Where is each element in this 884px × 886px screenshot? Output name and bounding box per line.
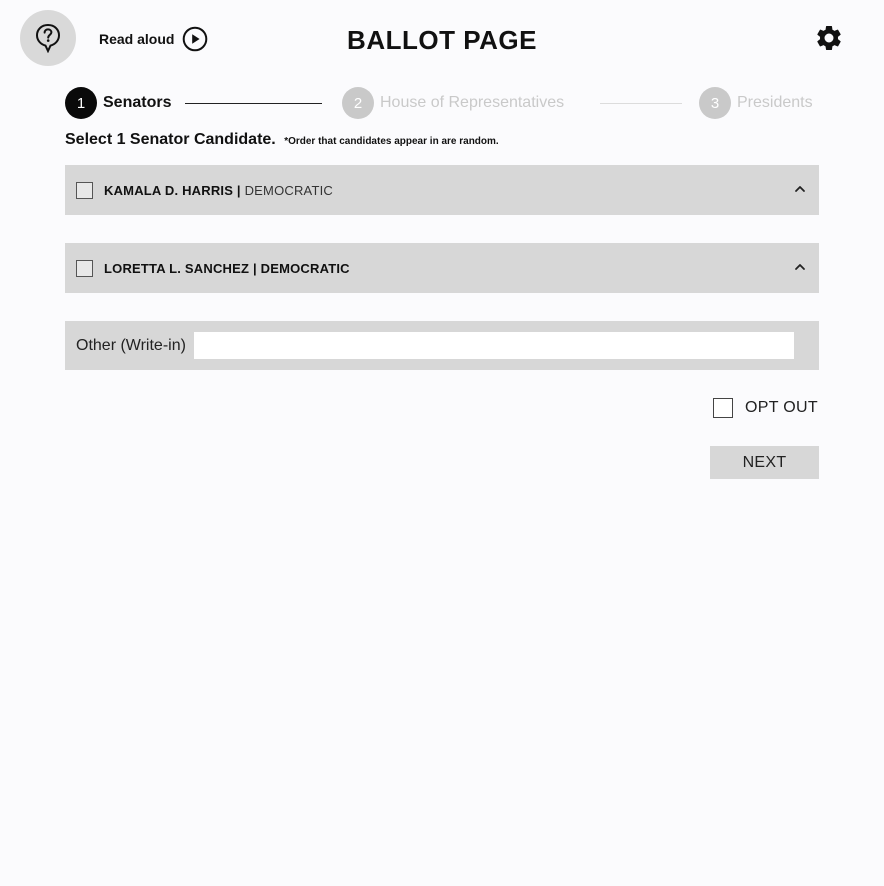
candidate-row[interactable]: KAMALA D. HARRIS | DEMOCRATIC bbox=[65, 165, 819, 215]
chevron-up-icon[interactable] bbox=[793, 260, 807, 274]
opt-out-toggle[interactable]: OPT OUT bbox=[713, 398, 818, 418]
candidate-name: LORETTA L. SANCHEZ bbox=[104, 260, 250, 276]
gear-icon bbox=[817, 25, 841, 50]
step-number: 1 bbox=[65, 87, 97, 119]
candidate-checkbox[interactable] bbox=[76, 259, 93, 277]
candidate-name: KAMALA D. HARRIS bbox=[104, 182, 234, 198]
settings-button[interactable] bbox=[813, 22, 845, 54]
candidate-checkbox[interactable] bbox=[76, 181, 93, 199]
step-house-of-representatives[interactable]: 2 House of Representatives bbox=[342, 87, 564, 119]
step-number: 3 bbox=[699, 87, 731, 119]
instruction: Select 1 Senator Candidate. *Order that … bbox=[65, 131, 499, 149]
instruction-heading: Select 1 Senator Candidate. bbox=[65, 131, 276, 148]
write-in-label: Other (Write-in) bbox=[76, 336, 186, 354]
step-number: 2 bbox=[342, 87, 374, 119]
step-connector bbox=[185, 103, 322, 104]
instruction-note: *Order that candidates appear in are ran… bbox=[284, 136, 499, 147]
candidate-text: LORETTA L. SANCHEZ | DEMOCRATIC bbox=[104, 261, 350, 276]
candidate-separator: | bbox=[236, 182, 241, 198]
step-presidents[interactable]: 3 Presidents bbox=[699, 87, 813, 119]
candidate-row[interactable]: LORETTA L. SANCHEZ | DEMOCRATIC bbox=[65, 243, 819, 293]
opt-out-label: OPT OUT bbox=[745, 399, 818, 416]
step-connector bbox=[600, 103, 682, 104]
step-senators[interactable]: 1 Senators bbox=[65, 87, 171, 119]
candidate-party: DEMOCRATIC bbox=[260, 260, 350, 276]
candidate-text: KAMALA D. HARRIS | DEMOCRATIC bbox=[104, 183, 333, 198]
candidate-separator: | bbox=[252, 260, 257, 276]
progress-stepper: 1 Senators 2 House of Representatives 3 … bbox=[65, 87, 819, 119]
step-label: House of Representatives bbox=[380, 94, 565, 111]
step-label: Senators bbox=[103, 94, 172, 111]
page-title: BALLOT PAGE bbox=[347, 25, 537, 55]
write-in-input[interactable] bbox=[193, 332, 794, 359]
next-button[interactable]: NEXT bbox=[710, 446, 819, 479]
chevron-up-icon[interactable] bbox=[793, 182, 807, 196]
write-in-row: Other (Write-in) bbox=[65, 321, 819, 370]
opt-out-checkbox[interactable] bbox=[713, 398, 733, 418]
candidate-party: DEMOCRATIC bbox=[244, 182, 334, 198]
step-label: Presidents bbox=[737, 94, 813, 111]
